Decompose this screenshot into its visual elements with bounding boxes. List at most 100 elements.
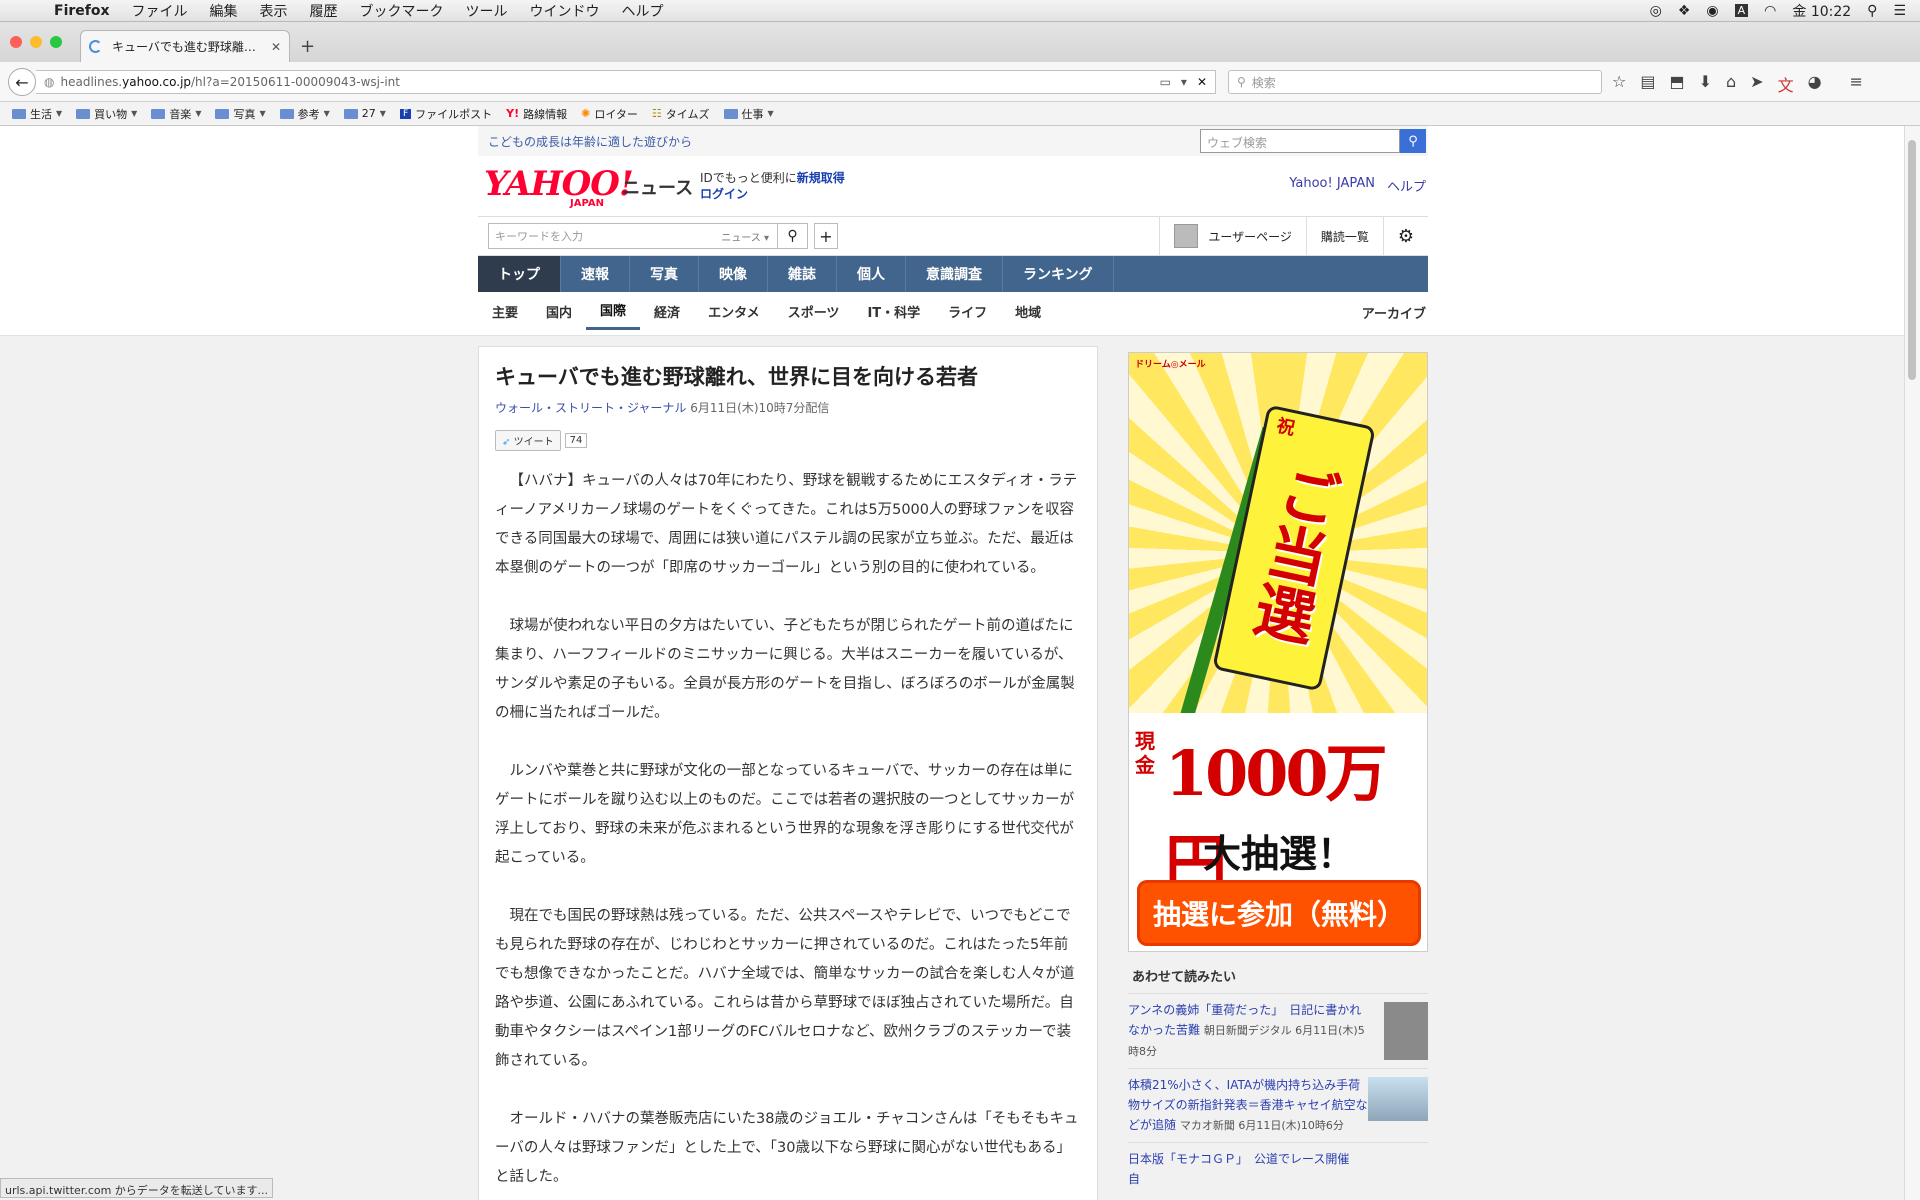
section-title[interactable]: ニュース <box>622 174 693 200</box>
bookmark-folder[interactable]: 写真 ▼ <box>215 106 266 122</box>
bookmark-folder[interactable]: 買い物 ▼ <box>76 106 137 122</box>
tab-active[interactable]: キューバでも進む野球離れ、世界に目を... ✕ <box>80 30 290 62</box>
stop-icon[interactable]: ✕ <box>1197 75 1207 89</box>
related-item[interactable]: 体積21%小さく、IATAが機内持ち込み手荷物サイズの新指針発表＝香港キャセイ航… <box>1128 1068 1428 1142</box>
archive-link[interactable]: アーカイブ <box>1362 303 1426 322</box>
menu-window[interactable]: ウインドウ <box>530 1 600 21</box>
bookmark-folder[interactable]: 参考 ▼ <box>279 106 330 122</box>
sync-icon[interactable]: ◉ <box>1706 3 1718 19</box>
yahoo-header: こどもの成長は年齢に適した遊びから ウェブ検索 ⚲ YAHOO! JAPAN ニ… <box>478 126 1428 330</box>
menu-view[interactable]: 表示 <box>260 1 288 21</box>
new-tab-button[interactable]: + <box>300 36 315 57</box>
nav-breaking[interactable]: 速報 <box>561 256 630 292</box>
search-input[interactable]: ⚲ 検索 <box>1228 70 1602 94</box>
web-search-button[interactable]: ⚲ <box>1400 129 1426 153</box>
related-thumbnail[interactable] <box>1384 1002 1428 1060</box>
wifi-icon[interactable]: ◠ <box>1764 3 1776 19</box>
news-search-button[interactable]: ⚲ <box>778 223 808 249</box>
nav-individual[interactable]: 個人 <box>837 256 906 292</box>
bookmark-link[interactable]: ☷ タイムズ <box>652 106 710 122</box>
close-window-button[interactable] <box>10 36 22 48</box>
subscriptions-link[interactable]: 購読一覧 <box>1305 217 1383 255</box>
back-button[interactable]: ← <box>8 68 36 96</box>
cat-it-science[interactable]: IT・科学 <box>853 292 934 330</box>
bookmark-link[interactable]: ✺ ロイター <box>581 106 638 122</box>
yahoo-logo[interactable]: YAHOO! <box>484 164 634 204</box>
cat-economy[interactable]: 経済 <box>640 292 694 330</box>
chevron-down-icon: ▼ <box>195 109 202 118</box>
nav-photos[interactable]: 写真 <box>630 256 699 292</box>
cat-local[interactable]: 地域 <box>1001 292 1055 330</box>
bookmarks-toolbar: 生活 ▼ 買い物 ▼ 音楽 ▼ 写真 ▼ 参考 ▼ 27 ▼ F ファイルポスト Y! 路線情報… <box>0 102 1920 126</box>
hamburger-menu-icon[interactable]: ≡ <box>1850 72 1863 96</box>
menu-history[interactable]: 履歴 <box>310 1 338 21</box>
register-link[interactable]: 新規取得 <box>797 171 845 185</box>
send-icon[interactable]: ➤ <box>1750 72 1763 96</box>
bookmark-folder[interactable]: 27 ▼ <box>343 107 386 120</box>
nav-survey[interactable]: 意識調査 <box>906 256 1003 292</box>
cat-domestic[interactable]: 国内 <box>532 292 586 330</box>
nav-magazines[interactable]: 雑誌 <box>768 256 837 292</box>
add-button[interactable]: + <box>814 223 838 249</box>
cat-sports[interactable]: スポーツ <box>774 292 854 330</box>
spotlight-icon[interactable]: ⚲ <box>1867 3 1877 19</box>
related-item[interactable]: 日本版「モナコＧＰ」 公道でレース開催 自 <box>1128 1142 1428 1195</box>
search-category-select[interactable]: ニュース ▾ <box>721 229 769 244</box>
downloads-icon[interactable]: ⬇ <box>1699 72 1712 96</box>
nav-video[interactable]: 映像 <box>699 256 768 292</box>
close-tab-icon[interactable]: ✕ <box>271 40 281 54</box>
cat-main[interactable]: 主要 <box>478 292 532 330</box>
creative-cloud-icon[interactable]: ◎ <box>1650 3 1662 19</box>
tweet-button[interactable]: ➶ ツイート <box>495 430 561 451</box>
app-menu[interactable]: Firefox <box>54 3 110 19</box>
site-identity-icon[interactable]: ◍ <box>44 75 54 89</box>
dropbox-icon[interactable]: ❖ <box>1678 3 1691 19</box>
related-item[interactable]: アンネの義姉「重荷だった」 日記に書かれなかった苦難 朝日新聞デジタル 6月11… <box>1128 993 1428 1068</box>
home-icon[interactable]: ⌂ <box>1726 72 1736 96</box>
minimize-window-button[interactable] <box>30 36 42 48</box>
clock[interactable]: 金 10:22 <box>1792 1 1851 21</box>
scrollbar-thumb[interactable] <box>1908 140 1916 380</box>
translate-icon[interactable]: 文 <box>1778 72 1794 96</box>
url-bar[interactable]: ◍ headlines. yahoo.co.jp/hl?a=20150611-00… <box>36 70 1216 94</box>
ad-cta-button[interactable]: 抽選に参加（無料） <box>1137 880 1421 946</box>
bookmark-link[interactable]: F ファイルポスト <box>399 106 492 122</box>
zoom-window-button[interactable] <box>50 36 62 48</box>
cat-entertainment[interactable]: エンタメ <box>694 292 774 330</box>
dropdown-icon[interactable]: ▾ <box>1181 75 1187 89</box>
lottery-ad-banner[interactable]: ドリーム◎メール 祝 ご当選 現金 1000万円 大抽選！ 抽選に参加（無料） <box>1128 352 1428 952</box>
user-page-link[interactable]: ユーザーページ <box>1159 217 1306 255</box>
promo-link[interactable]: こどもの成長は年齢に適した遊びから <box>488 133 692 150</box>
related-title[interactable]: 日本版「モナコＧＰ」 公道でレース開催 自 <box>1128 1152 1361 1186</box>
bookmark-folder[interactable]: 音楽 ▼ <box>151 106 201 122</box>
bookmark-star-icon[interactable]: ☆ <box>1612 72 1626 96</box>
bookmark-link[interactable]: Y! 路線情報 <box>506 106 567 122</box>
keyword-input[interactable]: キーワードを入力 ニュース ▾ <box>488 223 778 249</box>
reader-view-icon[interactable]: ▭ <box>1160 75 1171 89</box>
menu-help[interactable]: ヘルプ <box>622 1 664 21</box>
input-source-indicator[interactable]: A <box>1734 4 1749 17</box>
cat-life[interactable]: ライフ <box>934 292 1001 330</box>
settings-button[interactable]: ⚙ <box>1382 217 1428 255</box>
yahoo-japan-link[interactable]: Yahoo! JAPAN <box>1289 176 1375 195</box>
bookmark-label: 音楽 <box>169 107 192 121</box>
nav-ranking[interactable]: ランキング <box>1003 256 1114 292</box>
related-thumbnail[interactable] <box>1368 1077 1428 1121</box>
help-link[interactable]: ヘルプ <box>1387 176 1426 195</box>
nav-top[interactable]: トップ <box>478 256 561 292</box>
user-page-label: ユーザーページ <box>1208 229 1292 244</box>
menu-bookmarks[interactable]: ブックマーク <box>360 1 444 21</box>
bookmark-folder[interactable]: 生活 ▼ <box>12 106 62 122</box>
reading-list-icon[interactable]: ▤ <box>1640 72 1655 96</box>
menu-edit[interactable]: 編集 <box>210 1 238 21</box>
article-source[interactable]: ウォール・ストリート・ジャーナル <box>495 401 686 415</box>
menu-tools[interactable]: ツール <box>466 1 508 21</box>
bookmark-folder[interactable]: 仕事 ▼ <box>723 106 774 122</box>
chat-icon[interactable]: ◕ <box>1808 72 1822 96</box>
notification-center-icon[interactable]: ☰ <box>1893 3 1906 19</box>
login-link[interactable]: ログイン <box>700 187 748 201</box>
menu-file[interactable]: ファイル <box>132 1 188 21</box>
web-search-input[interactable]: ウェブ検索 <box>1200 129 1400 153</box>
pocket-icon[interactable]: ⬒ <box>1669 72 1684 96</box>
cat-international[interactable]: 国際 <box>586 292 641 330</box>
